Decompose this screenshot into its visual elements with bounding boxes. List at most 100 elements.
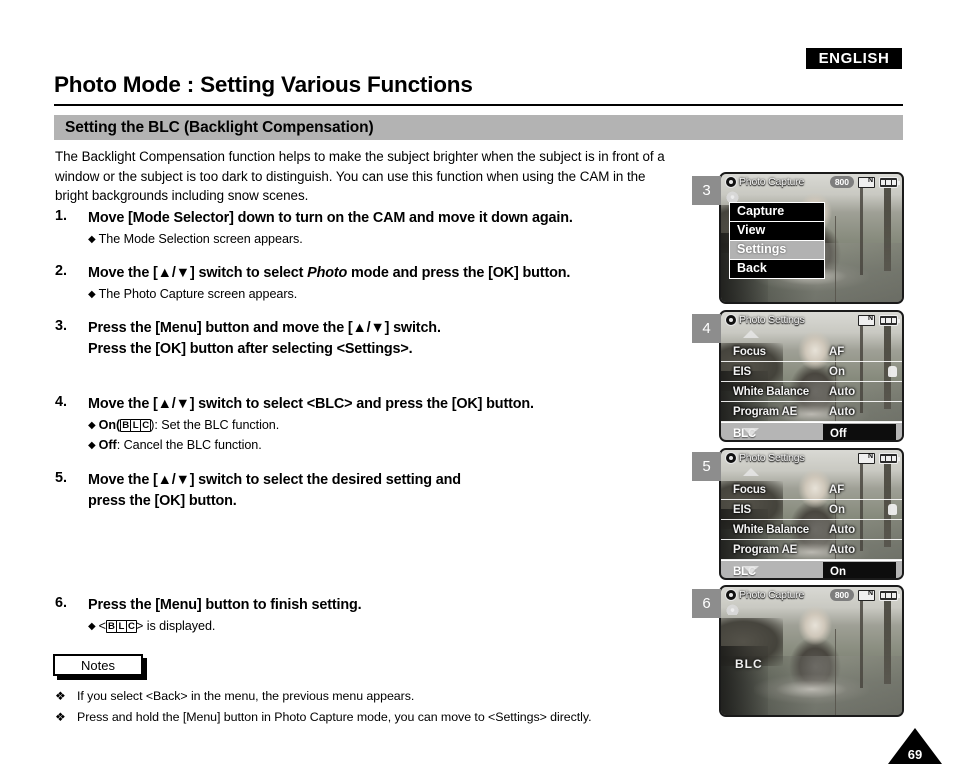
step-4-on-label: On( xyxy=(98,418,121,432)
page-title: Photo Mode : Setting Various Functions xyxy=(54,72,473,97)
panel-5-settings-list: Focus AF EIS On White Balance Auto Progr… xyxy=(721,480,902,578)
memory-card-icon xyxy=(858,176,875,188)
step-1-bullet-1-text: The Mode Selection screen appears. xyxy=(98,232,303,246)
panel-4-screen-title: Photo Settings xyxy=(739,314,805,326)
setting-value-blc: On xyxy=(830,565,846,578)
step-6: 6. Press the [Menu] button to finish set… xyxy=(55,595,680,637)
language-badge-label: ENGLISH xyxy=(818,50,890,67)
setting-value-focus: AF xyxy=(829,483,845,496)
resolution-badge: 800 xyxy=(829,588,854,602)
memory-card-icon xyxy=(858,452,875,464)
menu-item-capture[interactable]: Capture xyxy=(730,203,824,222)
step-6-post: > is displayed. xyxy=(135,619,216,633)
photo-mode-icon xyxy=(725,589,737,601)
step-3-line-1: Press the [Menu] button and move the [▲/… xyxy=(88,320,441,336)
panel-4-lcd-screen: Photo Settings Focus AF EIS On White Bal… xyxy=(719,310,904,442)
menu-item-settings[interactable]: Settings xyxy=(730,241,824,260)
panel-5-status-bar: Photo Settings xyxy=(721,450,902,466)
notes-list: ❖ If you select <Back> in the menu, the … xyxy=(55,686,695,728)
note-marker-icon: ❖ xyxy=(55,710,66,724)
setting-value-box-blc: Off xyxy=(823,424,896,440)
scroll-down-arrow-icon[interactable] xyxy=(743,566,759,574)
section-banner: Setting the BLC (Backlight Compensation) xyxy=(54,115,903,140)
steps-list: 1. Move [Mode Selector] down to turn on … xyxy=(55,208,680,637)
memory-card-icon xyxy=(858,589,875,601)
page-number: 69 xyxy=(907,747,923,762)
step-6-number: 6. xyxy=(55,595,68,611)
trike-shape xyxy=(753,674,870,713)
panel-6-lcd-screen: Photo Capture 800 BLC xyxy=(719,585,904,717)
setting-label-eis: EIS xyxy=(733,365,751,378)
step-6-bullets: ◆ < B L C> is displayed. xyxy=(88,617,680,637)
step-1: 1. Move [Mode Selector] down to turn on … xyxy=(55,208,680,250)
setting-label-focus: Focus xyxy=(733,483,766,496)
panel-4: 4 Photo Settings Focus AF EIS On xyxy=(692,310,904,442)
setting-row-focus[interactable]: Focus AF xyxy=(721,480,902,500)
scroll-up-arrow-icon[interactable] xyxy=(743,330,759,338)
panel-5-status-right xyxy=(858,452,900,464)
memory-card-icon xyxy=(858,314,875,326)
note-item-text: Press and hold the [Menu] button in Phot… xyxy=(77,710,592,724)
battery-icon xyxy=(879,589,900,601)
panel-3-screen-title: Photo Capture xyxy=(739,176,805,188)
step-2-bullet-1: ◆ The Photo Capture screen appears. xyxy=(88,285,680,305)
step-6-bullet-1: ◆ < B L C> is displayed. xyxy=(88,617,680,637)
step-6-line-1: Press the [Menu] button to finish settin… xyxy=(88,597,362,613)
diamond-bullet-icon: ◆ xyxy=(88,621,96,632)
photo-mode-icon xyxy=(725,314,737,326)
setting-value-focus: AF xyxy=(829,345,845,358)
setting-value-box-blc: On xyxy=(823,562,896,578)
step-1-number: 1. xyxy=(55,208,68,224)
setting-row-eis[interactable]: EIS On xyxy=(721,362,902,382)
setting-row-eis[interactable]: EIS On xyxy=(721,500,902,520)
step-1-bullets: ◆ The Mode Selection screen appears. xyxy=(88,230,680,250)
menu-item-back[interactable]: Back xyxy=(730,260,824,278)
notes-tab-label: Notes xyxy=(81,657,115,673)
panel-5-lcd-screen: Photo Settings Focus AF EIS On White Bal… xyxy=(719,448,904,580)
setting-value-white-balance: Auto xyxy=(829,385,856,398)
capture-mode-mini-icon xyxy=(726,191,739,202)
photo-mode-icon xyxy=(725,176,737,188)
note-item: ❖ Press and hold the [Menu] button in Ph… xyxy=(55,707,695,728)
photo-mode-icon xyxy=(725,452,737,464)
step-3-number: 3. xyxy=(55,318,68,334)
panel-4-status-right xyxy=(858,314,900,326)
setting-value-eis: On xyxy=(829,503,845,516)
step-4-bullet-off: ◆ Off: Cancel the BLC function. xyxy=(88,436,680,456)
step-4-number: 4. xyxy=(55,394,68,410)
note-marker-icon: ❖ xyxy=(55,689,66,703)
setting-label-white-balance: White Balance xyxy=(733,523,810,536)
hand-shake-icon xyxy=(888,366,897,377)
step-3-line-2: Press the [OK] button after selecting <S… xyxy=(88,341,413,357)
setting-value-program-ae: Auto xyxy=(829,405,856,418)
setting-row-white-balance[interactable]: White Balance Auto xyxy=(721,382,902,402)
diamond-bullet-icon: ◆ xyxy=(88,420,96,431)
step-2-line-1: Move the [▲/▼] switch to select Photo mo… xyxy=(88,265,571,281)
panel-6-badge: 6 xyxy=(692,589,721,618)
menu-item-view[interactable]: View xyxy=(730,222,824,241)
setting-row-program-ae[interactable]: Program AE Auto xyxy=(721,540,902,560)
title-divider xyxy=(54,104,903,106)
step-4-line-1: Move the [▲/▼] switch to select <BLC> an… xyxy=(88,396,534,412)
setting-label-program-ae: Program AE xyxy=(733,405,798,418)
setting-row-focus[interactable]: Focus AF xyxy=(721,342,902,362)
intro-paragraph: The Backlight Compensation function help… xyxy=(55,149,665,203)
step-4: 4. Move the [▲/▼] switch to select <BLC>… xyxy=(55,394,680,456)
step-5-number: 5. xyxy=(55,470,68,486)
diamond-bullet-icon: ◆ xyxy=(88,234,96,245)
setting-row-white-balance[interactable]: White Balance Auto xyxy=(721,520,902,540)
scroll-down-arrow-icon[interactable] xyxy=(743,428,759,436)
step-2: 2. Move the [▲/▼] switch to select Photo… xyxy=(55,263,680,305)
step-5-line-2: press the [OK] button. xyxy=(88,493,237,509)
step-3: 3. Press the [Menu] button and move the … xyxy=(55,318,680,360)
section-title: Setting the BLC (Backlight Compensation) xyxy=(65,118,374,136)
step-4-off-rest: : Cancel the BLC function. xyxy=(116,438,262,452)
step-5: 5. Move the [▲/▼] switch to select the d… xyxy=(55,470,680,512)
step-2-number: 2. xyxy=(55,263,68,279)
battery-icon xyxy=(879,452,900,464)
panel-3: 3 Photo Capture 800 Capture View Setting… xyxy=(692,172,904,304)
scroll-up-arrow-icon[interactable] xyxy=(743,468,759,476)
setting-value-white-balance: Auto xyxy=(829,523,856,536)
diamond-bullet-icon: ◆ xyxy=(88,289,96,300)
setting-row-program-ae[interactable]: Program AE Auto xyxy=(721,402,902,422)
